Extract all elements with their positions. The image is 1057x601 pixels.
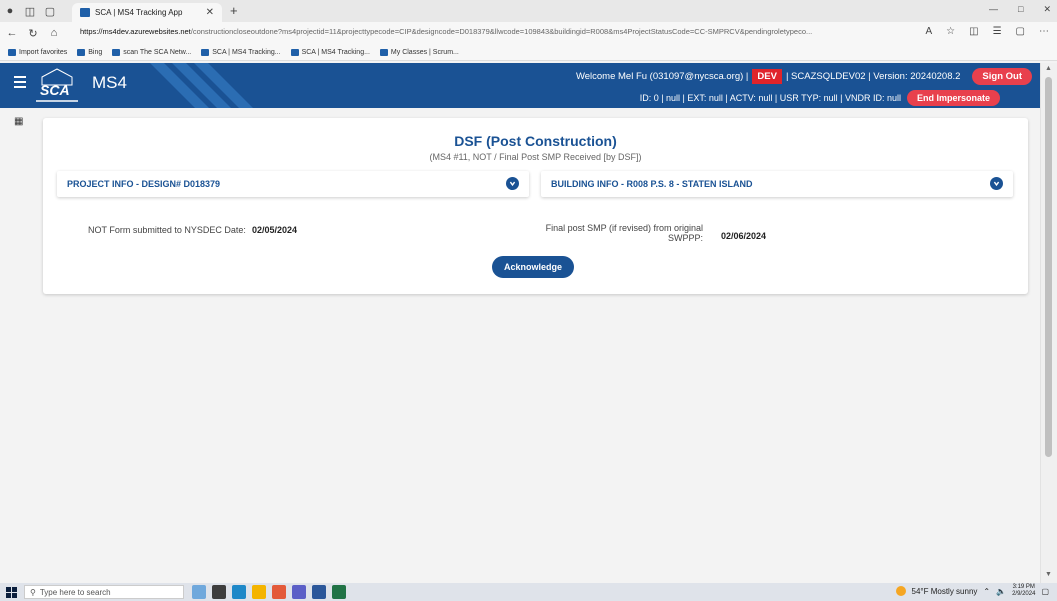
new-tab-icon[interactable]: +: [230, 3, 238, 18]
excel-app-icon[interactable]: [332, 585, 346, 599]
favorites-bar: Import favorites Bing scan The SCA Netw.…: [0, 44, 1057, 61]
profile-icon[interactable]: ●: [0, 0, 20, 22]
windows-taskbar: ⚲ Type here to search 54°F Mostly sunny …: [0, 583, 1057, 601]
home-icon[interactable]: ⌂: [45, 27, 63, 39]
folder-icon: [8, 48, 16, 56]
building-info-label: BUILDING INFO - R008 P.S. 8 - STATEN ISL…: [551, 179, 753, 189]
weather-text[interactable]: 54°F Mostly sunny: [912, 587, 978, 596]
favorite-scrum[interactable]: My Classes | Scrum...: [379, 48, 459, 56]
browser-tab-bar: ● ◫ ▢ SCA | MS4 Tracking App ✕ + — □ ✕: [0, 0, 1057, 22]
chevron-down-icon[interactable]: [506, 177, 519, 190]
welcome-line: Welcome Mel Fu (031097@nycsca.org) | DEV…: [576, 68, 1032, 85]
windows-start-icon[interactable]: [2, 583, 20, 601]
collections-icon[interactable]: ▢: [1016, 26, 1025, 37]
building-info-accordion[interactable]: BUILDING INFO - R008 P.S. 8 - STATEN ISL…: [541, 171, 1013, 197]
acknowledge-button[interactable]: Acknowledge: [492, 256, 574, 278]
url-field[interactable]: https://ms4dev.azurewebsites.net/constru…: [80, 27, 880, 40]
favorites-icon[interactable]: ☰: [993, 26, 1002, 37]
page-scrollbar[interactable]: ▲ ▼: [1040, 63, 1057, 583]
back-icon[interactable]: ←: [3, 27, 21, 39]
welcome-text: Welcome Mel Fu (031097@nycsca.org) |: [575, 71, 749, 82]
app-header: SCA MS4 Welcome Mel Fu (031097@nycsca.or…: [0, 63, 1040, 108]
page-title: DSF (Post Construction): [454, 133, 617, 149]
sign-out-button[interactable]: Sign Out: [972, 68, 1032, 85]
explorer-app-icon[interactable]: [192, 585, 206, 599]
close-tab-icon[interactable]: ✕: [206, 7, 214, 18]
sca-logo-text: SCA: [40, 82, 70, 98]
not-form-label: NOT Form submitted to NYSDEC Date:: [88, 225, 246, 235]
id-line: ID: 0 | null | EXT: null | ACTV: null | …: [640, 90, 1000, 106]
notifications-icon[interactable]: ▢: [1041, 587, 1049, 596]
system-tray: 54°F Mostly sunny ⌃ 🔈 3:19 PM 2/9/2024 ▢: [895, 584, 1049, 598]
close-window-icon[interactable]: ✕: [1043, 4, 1051, 15]
refresh-icon[interactable]: ↻: [24, 27, 42, 40]
url-path: /constructioncloseoutdone?ms4projectid=1…: [190, 27, 813, 36]
browser-tab[interactable]: SCA | MS4 Tracking App ✕: [72, 3, 222, 22]
favorite-ms4-1[interactable]: SCA | MS4 Tracking...: [201, 48, 281, 56]
tray-chevron-icon[interactable]: ⌃: [983, 587, 990, 596]
sca-icon: [201, 48, 210, 56]
scrum-icon: [379, 48, 388, 56]
favorite-ms4-2[interactable]: SCA | MS4 Tracking...: [290, 48, 370, 56]
final-smp-date: 02/06/2024: [721, 231, 767, 241]
search-icon: ⚲: [30, 587, 36, 597]
project-info-accordion[interactable]: PROJECT INFO - DESIGN# D018379: [57, 171, 529, 197]
tab-title: SCA | MS4 Tracking App: [95, 8, 183, 17]
chevron-down-icon[interactable]: [990, 177, 1003, 190]
edge-app-icon[interactable]: [232, 585, 246, 599]
minimize-icon[interactable]: —: [989, 4, 998, 15]
header-stripes-decoration: [150, 63, 253, 108]
favorite-bing[interactable]: Bing: [77, 48, 102, 56]
menu-icon[interactable]: [14, 76, 26, 91]
taskbar-search[interactable]: ⚲ Type here to search: [24, 585, 184, 599]
more-icon[interactable]: ⋯: [1039, 26, 1049, 37]
restore-icon[interactable]: □: [1018, 4, 1023, 15]
task-view-icon[interactable]: [212, 585, 226, 599]
file-explorer-icon[interactable]: [252, 585, 266, 599]
tab-actions-icon[interactable]: ▢: [40, 0, 60, 22]
weather-sun-icon: [895, 586, 906, 596]
chrome-app-icon[interactable]: [272, 585, 286, 599]
sca-icon: [112, 48, 121, 56]
sca-favicon-icon: [80, 8, 90, 17]
scroll-down-icon[interactable]: ▼: [1045, 571, 1052, 578]
volume-icon[interactable]: 🔈: [996, 587, 1006, 596]
scrollbar-thumb[interactable]: [1045, 77, 1052, 457]
env-badge: DEV: [752, 69, 782, 84]
address-bar-tools: A ☆ ◫ ☰ ▢ ⋯: [925, 26, 1049, 37]
apps-grid-icon[interactable]: ▦: [14, 116, 23, 127]
page-subtitle: (MS4 #11, NOT / Final Post SMP Received …: [429, 152, 642, 162]
window-controls: — □ ✕: [989, 4, 1051, 15]
server-version-text: | SCAZSQLDEV02 | Version: 20240208.2: [785, 71, 961, 82]
id-info-text: ID: 0 | null | EXT: null | ACTV: null | …: [639, 93, 901, 103]
taskbar-apps: [192, 585, 346, 599]
favorite-sca-network[interactable]: scan The SCA Netw...: [112, 48, 191, 56]
scroll-up-icon[interactable]: ▲: [1045, 65, 1052, 72]
end-impersonate-button[interactable]: End Impersonate: [906, 90, 1000, 106]
not-form-date: 02/05/2024: [252, 225, 298, 235]
dsf-card: DSF (Post Construction) (MS4 #11, NOT / …: [43, 118, 1028, 294]
app-brand: MS4: [92, 73, 127, 92]
project-info-label: PROJECT INFO - DESIGN# D018379: [67, 179, 221, 189]
word-app-icon[interactable]: [312, 585, 326, 599]
address-bar-row: ← ↻ ⌂ https://ms4dev.azurewebsites.net/c…: [0, 22, 1057, 44]
taskbar-clock[interactable]: 3:19 PM 2/9/2024: [1012, 584, 1035, 598]
favorite-star-icon[interactable]: ☆: [946, 26, 955, 37]
search-placeholder: Type here to search: [39, 587, 111, 597]
sca-icon: [290, 48, 299, 56]
final-smp-label: Final post SMP (if revised) from origina…: [545, 223, 703, 243]
url-host: https://ms4dev.azurewebsites.net: [80, 27, 191, 36]
favorite-import[interactable]: Import favorites: [8, 48, 67, 56]
teams-app-icon[interactable]: [292, 585, 306, 599]
split-screen-icon[interactable]: ◫: [969, 26, 978, 37]
page-icon: [77, 48, 86, 56]
collections-icon[interactable]: ◫: [20, 0, 40, 22]
read-aloud-icon[interactable]: A: [925, 26, 932, 37]
